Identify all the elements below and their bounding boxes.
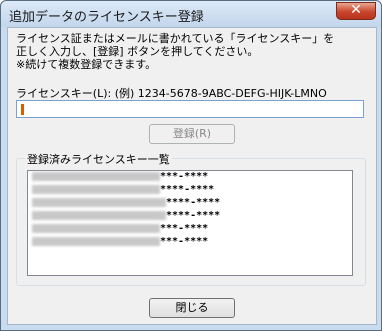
redacted-key <box>32 197 166 207</box>
dialog-window: 追加データのライセンスキー登録 ✕ ライセンス証またはメールに書かれている「ライ… <box>0 0 382 331</box>
registered-keys-list[interactable]: ***-**** ****-**** ****-**** ****-**** *… <box>27 170 353 276</box>
instructions-text: ライセンス証またはメールに書かれている「ライセンスキー」を 正しく入力し、[登録… <box>16 32 335 71</box>
registered-keys-title: 登録済みライセンスキー一覧 <box>25 151 172 167</box>
registered-keys-group: 登録済みライセンスキー一覧 ***-**** ****-**** ****-**… <box>16 151 366 286</box>
license-key-label: ライセンスキー(L): (例) 1234-5678-9ABC-DEFG-HIJK… <box>16 87 327 100</box>
redacted-key <box>32 223 160 233</box>
list-item[interactable]: ****-**** <box>32 210 220 222</box>
list-item[interactable]: ****-**** <box>32 197 220 209</box>
title-bar[interactable]: 追加データのライセンスキー登録 ✕ <box>1 1 381 27</box>
list-item[interactable]: ***-**** <box>32 236 208 248</box>
register-button[interactable]: 登録(R) <box>149 124 235 144</box>
license-key-input[interactable] <box>16 100 364 118</box>
close-icon: ✕ <box>350 2 362 18</box>
list-item[interactable]: ****-**** <box>32 184 214 196</box>
list-item[interactable]: ***-**** <box>32 223 208 235</box>
list-item[interactable]: ***-**** <box>32 171 208 183</box>
dialog-body: ライセンス証またはメールに書かれている「ライセンスキー」を 正しく入力し、[登録… <box>7 27 377 325</box>
redacted-key <box>32 236 160 246</box>
window-close-button[interactable]: ✕ <box>336 2 376 20</box>
text-caret <box>21 104 24 115</box>
redacted-key <box>32 171 160 181</box>
redacted-key <box>32 184 160 194</box>
redacted-key <box>32 210 166 220</box>
close-button[interactable]: 閉じる <box>149 298 235 318</box>
window-title: 追加データのライセンスキー登録 <box>9 10 204 25</box>
